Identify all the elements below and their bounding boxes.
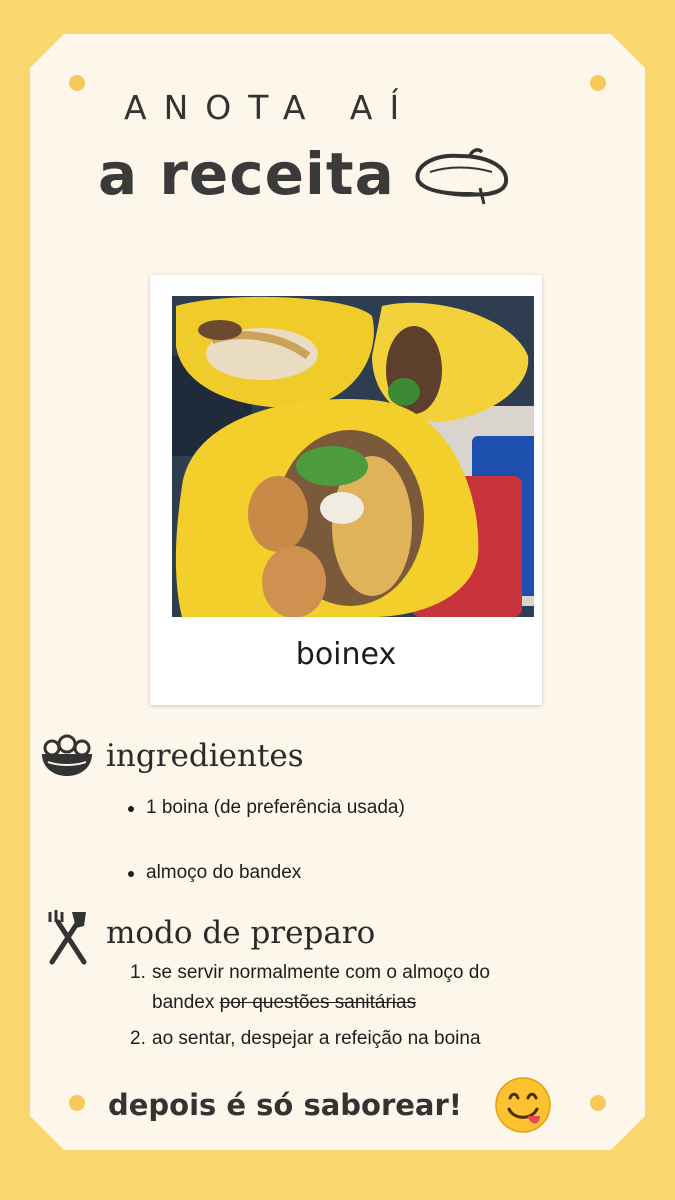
step-text: ao sentar, despejar a refeição na boina	[152, 1028, 481, 1049]
preparation-title: modo de preparo	[106, 915, 376, 951]
step-1-cont: bandex por questões sanitárias	[130, 988, 490, 1018]
footer-text: depois é só saborear!	[108, 1088, 463, 1122]
decor-dot	[69, 75, 85, 91]
step-number: 1.	[130, 962, 146, 983]
fork-knife-icon	[48, 910, 87, 965]
strikethrough-text: por questões sanitárias	[219, 992, 417, 1013]
step-2: 2. ao sentar, despejar a refeição na boin…	[130, 1024, 490, 1054]
beret-icon	[415, 148, 509, 205]
food-photo	[172, 296, 534, 617]
salad-bowl-icon	[42, 734, 92, 776]
ingredients-title: ingredientes	[106, 738, 304, 774]
decor-dot	[590, 75, 606, 91]
decor-dot	[69, 1095, 85, 1111]
preparation-steps: 1. se servir normalmente com o almoço do …	[130, 958, 490, 1054]
polaroid-frame: boinex	[150, 275, 542, 705]
ingredient-item: 1 boina (de preferência usada)	[124, 797, 405, 819]
photo-caption: boinex	[295, 637, 397, 672]
yum-face-emoji	[495, 1077, 551, 1133]
step-text: se servir normalmente com o almoço do	[152, 962, 490, 983]
step-text-cont: bandex	[152, 992, 215, 1013]
header-title: ANOTA AÍ	[124, 88, 417, 127]
ingredients-list: 1 boina (de preferência usada)	[124, 797, 405, 819]
header-subtitle: a receita	[98, 140, 395, 208]
step-number: 2.	[130, 1028, 146, 1049]
ingredient-item: almoço do bandex	[124, 862, 301, 884]
ingredients-list: almoço do bandex	[124, 862, 301, 884]
step-1: 1. se servir normalmente com o almoço do	[130, 958, 490, 988]
decor-dot	[590, 1095, 606, 1111]
